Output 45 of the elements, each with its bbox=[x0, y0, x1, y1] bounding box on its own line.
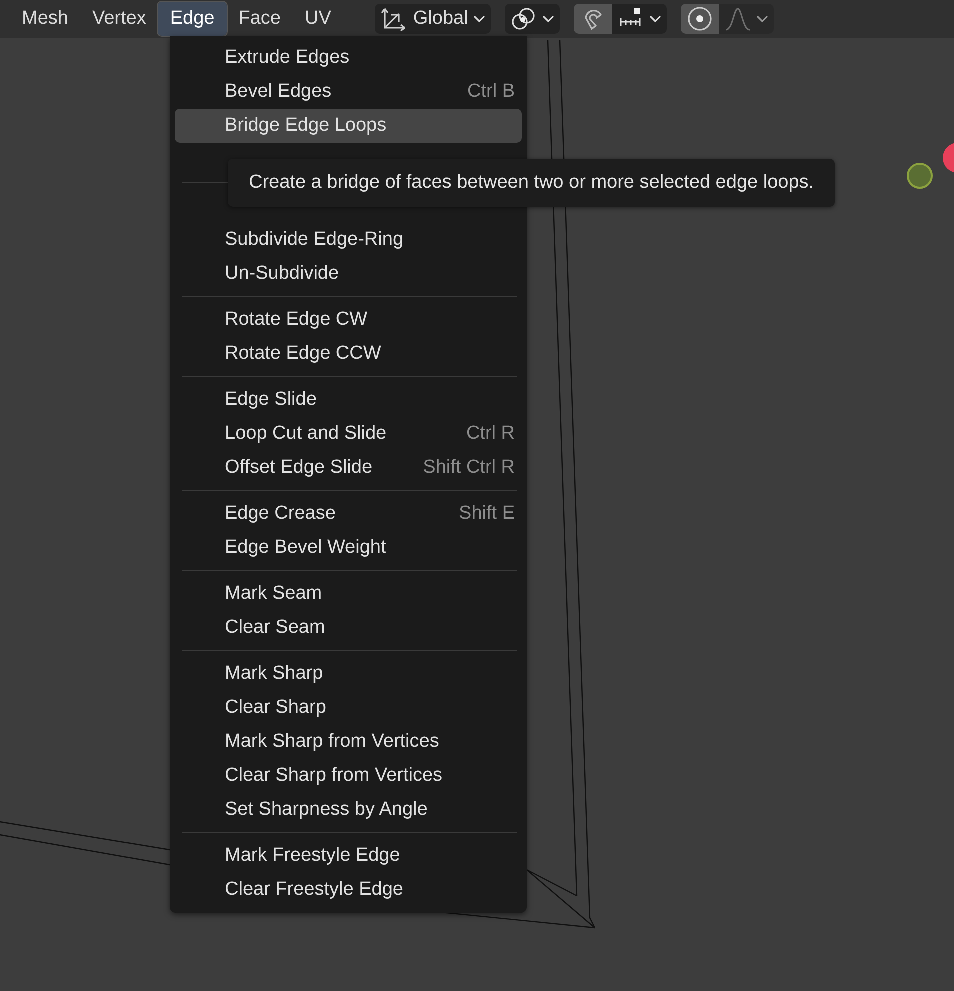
menu-entry[interactable]: Bevel Edges Ctrl B bbox=[175, 75, 522, 109]
menu-item[interactable]: Edge bbox=[158, 2, 227, 36]
vertex-gizmo-icon bbox=[907, 163, 933, 189]
menu-entry[interactable]: Clear Freestyle Edge bbox=[175, 873, 522, 907]
menu-item[interactable]: Face bbox=[226, 2, 293, 36]
menu-entry[interactable]: Subdivide Edge-Ring bbox=[175, 223, 522, 257]
menu-item[interactable]: UV bbox=[292, 2, 344, 36]
menu-entry[interactable]: Edge Slide bbox=[175, 383, 522, 417]
menu-entry[interactable]: Mark Freestyle Edge bbox=[175, 839, 522, 873]
shortcut-label: Ctrl R bbox=[466, 423, 515, 445]
caret-icon bbox=[757, 16, 768, 22]
menu-entry[interactable]: Clear Sharp from Vertices bbox=[175, 759, 522, 793]
menu-entry[interactable]: Loop Cut and Slide Ctrl R bbox=[175, 417, 522, 451]
proportional-button[interactable] bbox=[681, 4, 720, 34]
tooltip: Create a bridge of faces between two or more selected edge loops. bbox=[228, 159, 836, 207]
menu-entry[interactable]: Bridge Edge Loops bbox=[175, 109, 522, 143]
link-icon bbox=[511, 6, 538, 32]
menu-entry[interactable]: Clear Seam bbox=[175, 611, 522, 645]
menu-entry[interactable]: Extrude Edges bbox=[175, 41, 522, 75]
menu-entry[interactable]: Edge Bevel Weight bbox=[175, 531, 522, 565]
shortcut-label: Shift Ctrl R bbox=[423, 457, 515, 479]
snap-button[interactable] bbox=[574, 4, 612, 34]
increment-button[interactable] bbox=[612, 4, 668, 34]
menu-entry[interactable]: Mark Sharp bbox=[175, 657, 522, 691]
menu-item[interactable]: Vertex bbox=[80, 2, 158, 36]
shortcut-label: Ctrl B bbox=[468, 81, 515, 103]
menu-entry[interactable]: Offset Edge Slide Shift Ctrl R bbox=[175, 451, 522, 485]
caret-icon bbox=[650, 16, 662, 22]
caret-icon bbox=[543, 16, 554, 22]
shortcut-label: Shift E bbox=[459, 503, 515, 525]
menu-entry[interactable]: Rotate Edge CW bbox=[175, 303, 522, 337]
menu-entry[interactable]: Rotate Edge CCW bbox=[175, 337, 522, 371]
caret-icon bbox=[474, 16, 486, 22]
axes-icon bbox=[381, 6, 408, 32]
menu-item[interactable]: Mesh bbox=[10, 2, 80, 36]
orientation-button[interactable]: Global bbox=[375, 4, 492, 34]
menu-entry[interactable]: Mark Sharp from Vertices bbox=[175, 725, 522, 759]
menu-entry[interactable]: Set Sharpness by Angle bbox=[175, 793, 522, 827]
menu-entry[interactable]: Edge Crease Shift E bbox=[175, 497, 522, 531]
pivot-button[interactable] bbox=[505, 4, 560, 34]
menu-entry[interactable]: Un-Subdivide bbox=[175, 257, 522, 291]
menu-entry[interactable]: Mark Seam bbox=[175, 577, 522, 611]
falloff-curve-icon bbox=[725, 6, 752, 32]
proportional-icon bbox=[687, 6, 714, 32]
menu-entry[interactable]: Clear Sharp bbox=[175, 691, 522, 725]
